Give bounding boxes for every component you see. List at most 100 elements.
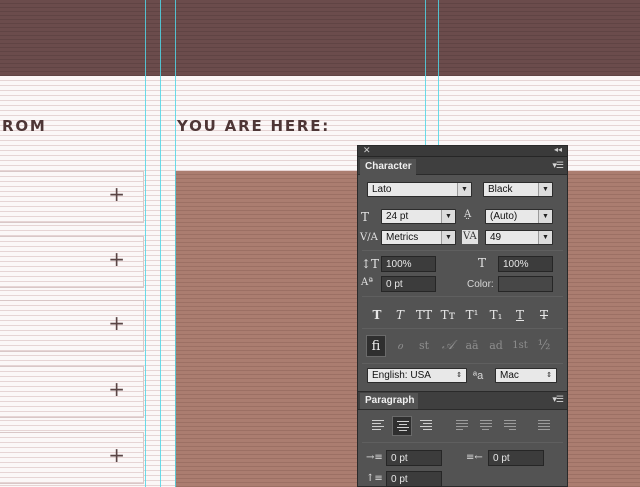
leading-icon: A̤ bbox=[464, 209, 472, 220]
horizontal-scale-icon: T bbox=[478, 256, 487, 270]
tab-paragraph[interactable]: Paragraph bbox=[360, 393, 418, 409]
ligatures-button[interactable]: ﬁ bbox=[366, 335, 386, 357]
swash-button[interactable]: 𝒜 bbox=[438, 335, 458, 357]
divider bbox=[362, 363, 563, 364]
accordion-item[interactable]: + bbox=[0, 171, 144, 223]
character-panel: ✕ ◂◂ Character ▾☰ Lato ▼ Black ▼ T 24 pt… bbox=[357, 145, 568, 487]
stepper-icon: ⇕ bbox=[456, 372, 462, 379]
font-family-select[interactable]: Lato ▼ bbox=[367, 182, 472, 197]
breadcrumb-heading: YOU ARE HERE: bbox=[177, 117, 331, 135]
divider bbox=[362, 442, 563, 443]
divider bbox=[362, 328, 563, 329]
tracking-icon: VA bbox=[462, 230, 478, 244]
antialias-select[interactable]: Mac ⇕ bbox=[495, 368, 557, 383]
kerning-select[interactable]: Metrics ▼ bbox=[381, 230, 456, 245]
indent-left-field[interactable]: 0 pt bbox=[386, 450, 442, 466]
faux-bold-button[interactable]: T bbox=[367, 306, 387, 324]
titling-alternates-button[interactable]: ad bbox=[486, 335, 506, 357]
font-size-value: 24 pt bbox=[386, 211, 409, 222]
vertical-scale-field[interactable]: 100% bbox=[381, 256, 436, 272]
accordion-item[interactable]: + bbox=[0, 300, 144, 352]
align-right-button[interactable] bbox=[416, 416, 436, 436]
kerning-icon: V/A bbox=[360, 232, 378, 243]
plus-icon[interactable]: + bbox=[108, 445, 125, 465]
vertical-scale-value: 100% bbox=[386, 259, 412, 270]
justify-last-center-button[interactable] bbox=[476, 416, 496, 436]
space-before-icon: ↑≡ bbox=[366, 473, 383, 484]
baseline-shift-field[interactable]: 0 pt bbox=[381, 276, 436, 292]
kerning-value: Metrics bbox=[386, 232, 419, 243]
dropdown-arrow-icon: ▼ bbox=[538, 183, 552, 196]
color-label: Color: bbox=[467, 279, 494, 290]
font-family-value: Lato bbox=[372, 184, 392, 195]
justify-last-right-button[interactable] bbox=[500, 416, 520, 436]
faux-italic-button[interactable]: T bbox=[390, 306, 410, 324]
subscript-button[interactable]: T₁ bbox=[486, 306, 506, 324]
strikethrough-button[interactable]: T bbox=[534, 306, 554, 324]
horizontal-scale-value: 100% bbox=[503, 259, 529, 270]
baseline-shift-value: 0 pt bbox=[386, 279, 403, 290]
paragraph-tab-bar: Paragraph ▾☰ bbox=[358, 391, 567, 410]
indent-right-icon: ≡← bbox=[466, 452, 483, 463]
collapse-icon[interactable]: ◂◂ bbox=[554, 145, 562, 154]
horizontal-scale-field[interactable]: 100% bbox=[498, 256, 553, 272]
all-caps-button[interactable]: TT bbox=[414, 306, 434, 324]
plus-icon[interactable]: + bbox=[108, 184, 125, 204]
font-style-select[interactable]: Black ▼ bbox=[483, 182, 553, 197]
leading-value: (Auto) bbox=[490, 211, 518, 222]
font-size-select[interactable]: 24 pt ▼ bbox=[381, 209, 456, 224]
language-value: English: USA bbox=[372, 370, 431, 381]
canvas-header-band bbox=[0, 0, 640, 76]
dropdown-arrow-icon: ▼ bbox=[441, 210, 455, 223]
tracking-select[interactable]: 49 ▼ bbox=[485, 230, 553, 245]
close-icon[interactable]: ✕ bbox=[363, 145, 371, 156]
font-size-icon: T bbox=[361, 210, 370, 224]
accordion-item[interactable]: + bbox=[0, 366, 144, 418]
divider bbox=[362, 296, 563, 297]
stepper-icon: ⇕ bbox=[546, 372, 552, 379]
tracking-value: 49 bbox=[490, 232, 502, 243]
fractions-button[interactable]: ½ bbox=[534, 335, 554, 357]
dropdown-arrow-icon: ▼ bbox=[538, 210, 552, 223]
indent-left-value: 0 pt bbox=[391, 453, 408, 464]
indent-left-icon: →≡ bbox=[366, 452, 383, 463]
stylistic-alternates-button[interactable]: aā bbox=[462, 335, 482, 357]
plus-icon[interactable]: + bbox=[108, 313, 125, 333]
justify-last-left-button[interactable] bbox=[452, 416, 472, 436]
small-caps-button[interactable]: Tт bbox=[438, 306, 458, 324]
contextual-alternates-button[interactable]: st bbox=[414, 335, 434, 357]
antialias-value: Mac bbox=[500, 370, 519, 381]
baseline-shift-icon: Aª bbox=[361, 277, 373, 288]
panel-menu-icon[interactable]: ▾☰ bbox=[552, 160, 564, 171]
paragraph-menu-icon[interactable]: ▾☰ bbox=[552, 394, 564, 405]
accordion-item[interactable]: + bbox=[0, 236, 144, 288]
align-left-button[interactable] bbox=[368, 416, 388, 436]
underline-button[interactable]: T bbox=[510, 306, 530, 324]
antialias-icon: ªa bbox=[473, 370, 484, 382]
plus-icon[interactable]: + bbox=[108, 249, 125, 269]
indent-right-field[interactable]: 0 pt bbox=[488, 450, 544, 466]
character-tab-bar: Character ▾☰ bbox=[358, 157, 567, 175]
dropdown-arrow-icon: ▼ bbox=[441, 231, 455, 244]
layout-guide[interactable] bbox=[175, 0, 176, 487]
plus-icon[interactable]: + bbox=[108, 379, 125, 399]
section-heading-left: ROM bbox=[2, 117, 47, 135]
tab-character[interactable]: Character bbox=[360, 159, 416, 175]
vertical-scale-icon: ↕T bbox=[361, 257, 380, 271]
language-select[interactable]: English: USA ⇕ bbox=[367, 368, 467, 383]
dropdown-arrow-icon: ▼ bbox=[457, 183, 471, 196]
color-swatch[interactable] bbox=[498, 276, 553, 292]
discretionary-ligatures-button[interactable]: ℴ bbox=[390, 335, 410, 357]
panel-title-strip[interactable]: ✕ ◂◂ bbox=[358, 145, 567, 157]
leading-select[interactable]: (Auto) ▼ bbox=[485, 209, 553, 224]
align-center-button[interactable] bbox=[392, 416, 412, 436]
layout-guide[interactable] bbox=[160, 0, 161, 487]
dropdown-arrow-icon: ▼ bbox=[538, 231, 552, 244]
layout-guide[interactable] bbox=[145, 0, 146, 487]
justify-all-button[interactable] bbox=[534, 416, 554, 436]
font-style-value: Black bbox=[488, 184, 513, 195]
accordion-item[interactable]: + bbox=[0, 432, 144, 484]
space-before-field[interactable]: 0 pt bbox=[386, 471, 442, 487]
superscript-button[interactable]: T¹ bbox=[462, 306, 482, 324]
ordinals-button[interactable]: 1st bbox=[510, 335, 530, 357]
